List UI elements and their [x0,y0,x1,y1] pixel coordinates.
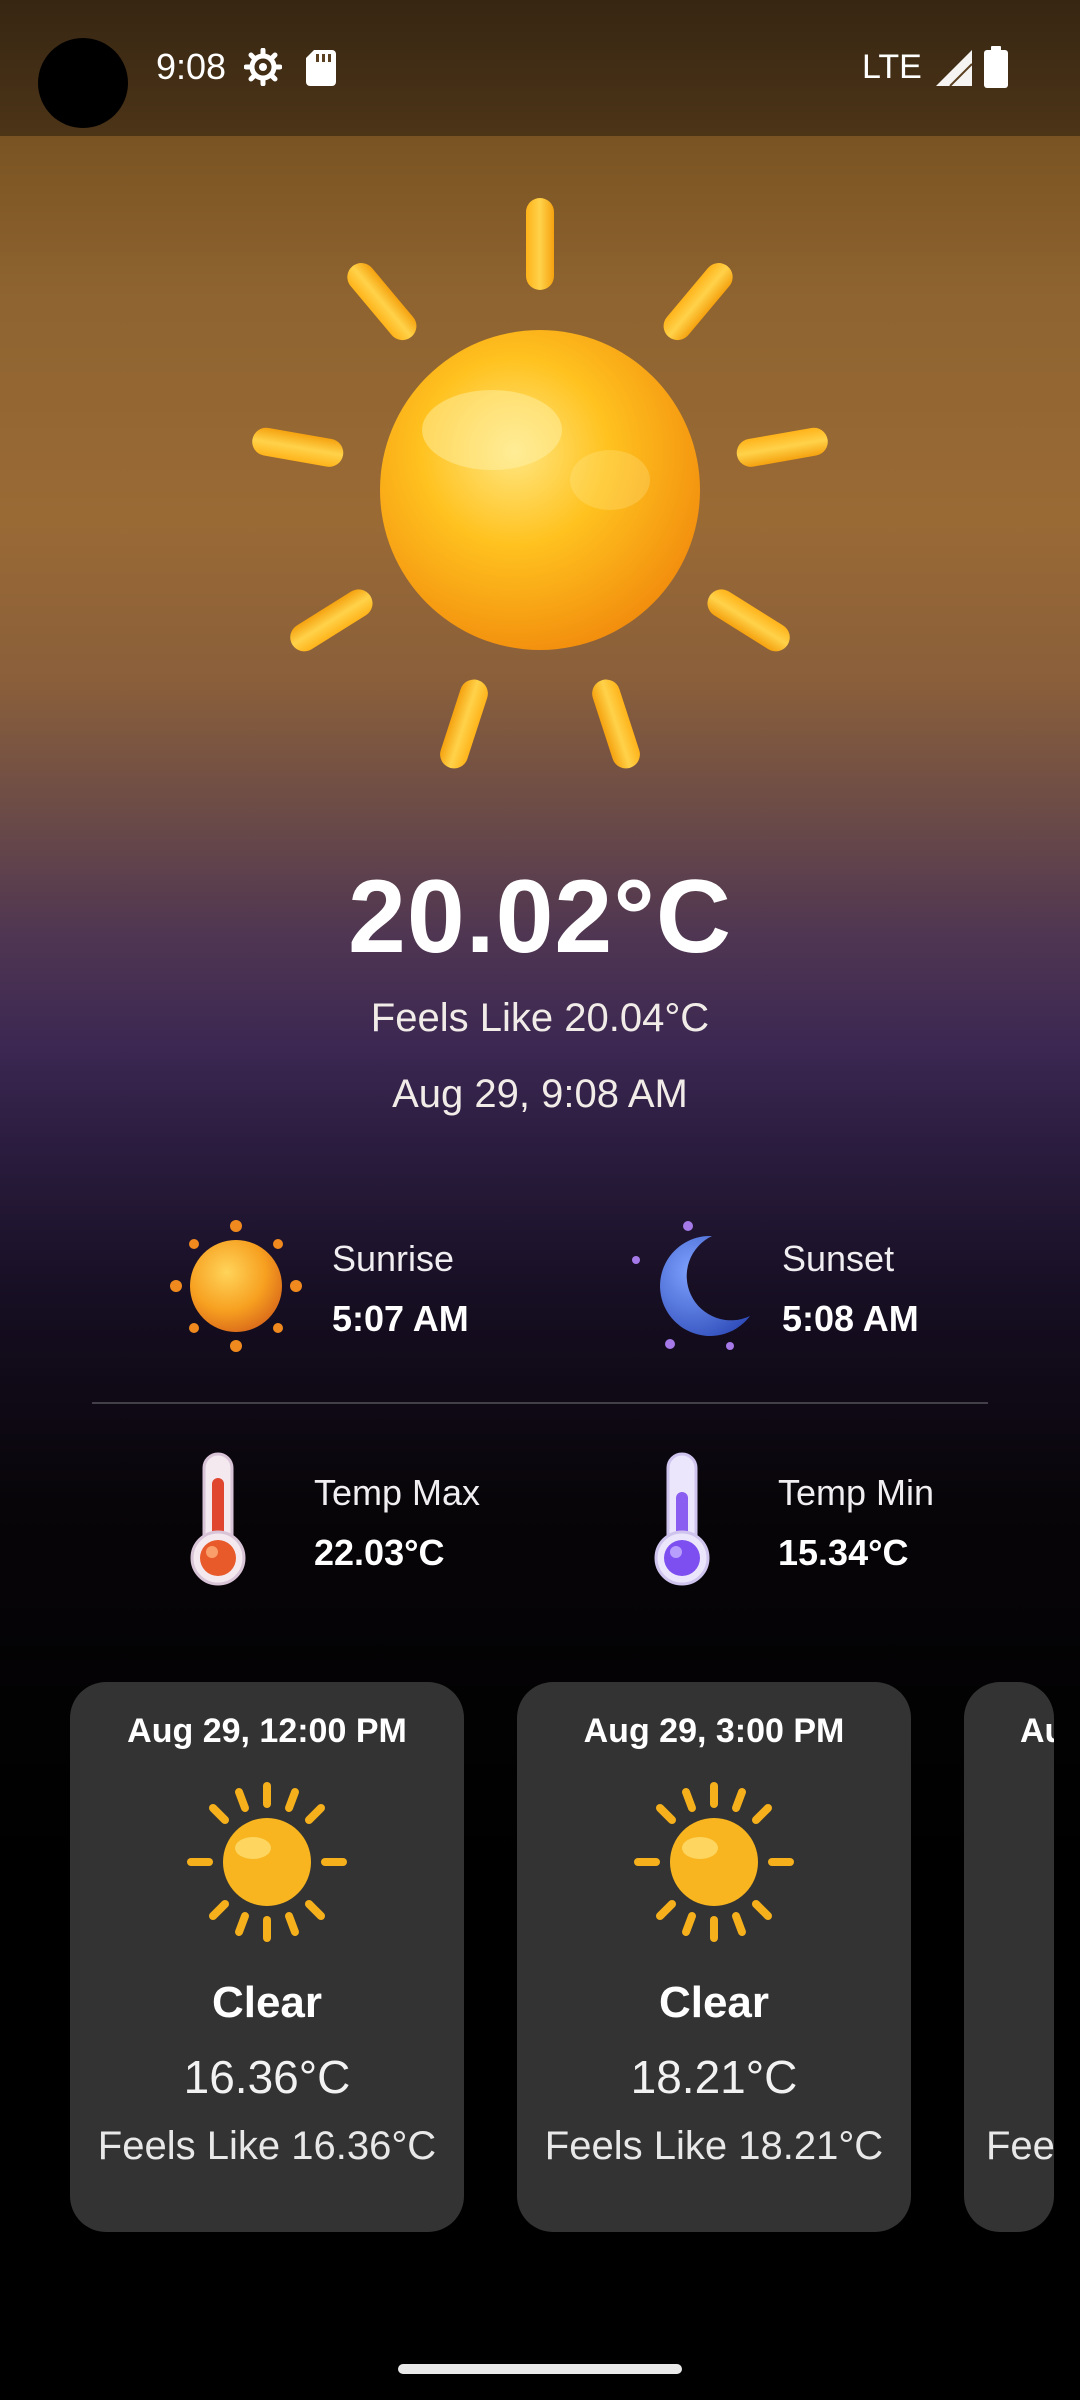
camera-cutout [38,38,128,128]
status-bar: 9:08 LTE [0,0,1080,136]
sunset-value: 5:08 AM [782,1298,919,1339]
settings-gear-icon [244,48,282,86]
current-datetime: Aug 29, 9:08 AM [392,1072,688,1116]
forecast-condition: Clear [658,1978,770,2027]
forecast-condition: Clear [211,1978,323,2027]
sunrise-value: 5:07 AM [332,1298,469,1339]
sunrise-icon [170,1220,302,1352]
home-indicator[interactable] [398,2364,682,2374]
sunrise-label: Sunrise [332,1238,455,1279]
forecast-temperature: 16.36°C [183,2051,351,2103]
forecast-temperature: 18.21°C [630,2051,798,2103]
forecast-feels-like: Feels Like 16.36°C [97,2124,437,2168]
divider [92,1402,988,1404]
battery-icon [984,46,1008,88]
forecast-card[interactable]: Aug 29, 12:00 PM Clear 16.36°C Feels Lik… [70,1682,464,2232]
forecast-date: Aug 29, 3:00 PM [583,1712,845,1750]
forecast-card[interactable]: Aug 29, 3:00 PM Clear 18.21°C Feels Like… [517,1682,911,2232]
current-feels-like: Feels Like 20.04°C [370,996,710,1040]
network-type: LTE [862,48,922,86]
thermometer-cold-icon [654,1452,710,1586]
forecast-card[interactable]: Au Fee [964,1682,1054,2232]
forecast-feels-like: Feels Like 18.21°C [544,2124,884,2168]
moon-icon [632,1221,750,1350]
sunset-label: Sunset [782,1238,895,1279]
temp-max-value: 22.03°C [314,1532,445,1573]
current-temperature: 20.02°C [348,859,732,975]
sun-icon [634,1782,794,1942]
status-time: 9:08 [156,46,227,87]
temp-min-value: 15.34°C [778,1532,909,1573]
sd-card-icon [306,50,336,86]
forecast-feels-like: Fee [986,2124,1054,2168]
forecast-date: Au [1020,1712,1054,1750]
sun-3d-icon [252,198,828,769]
thermometer-hot-icon [190,1452,246,1586]
temp-max-label: Temp Max [314,1472,481,1513]
forecast-date: Aug 29, 12:00 PM [127,1712,407,1750]
signal-icon [936,50,972,86]
sun-icon [187,1782,347,1942]
temp-min-label: Temp Min [778,1472,935,1513]
